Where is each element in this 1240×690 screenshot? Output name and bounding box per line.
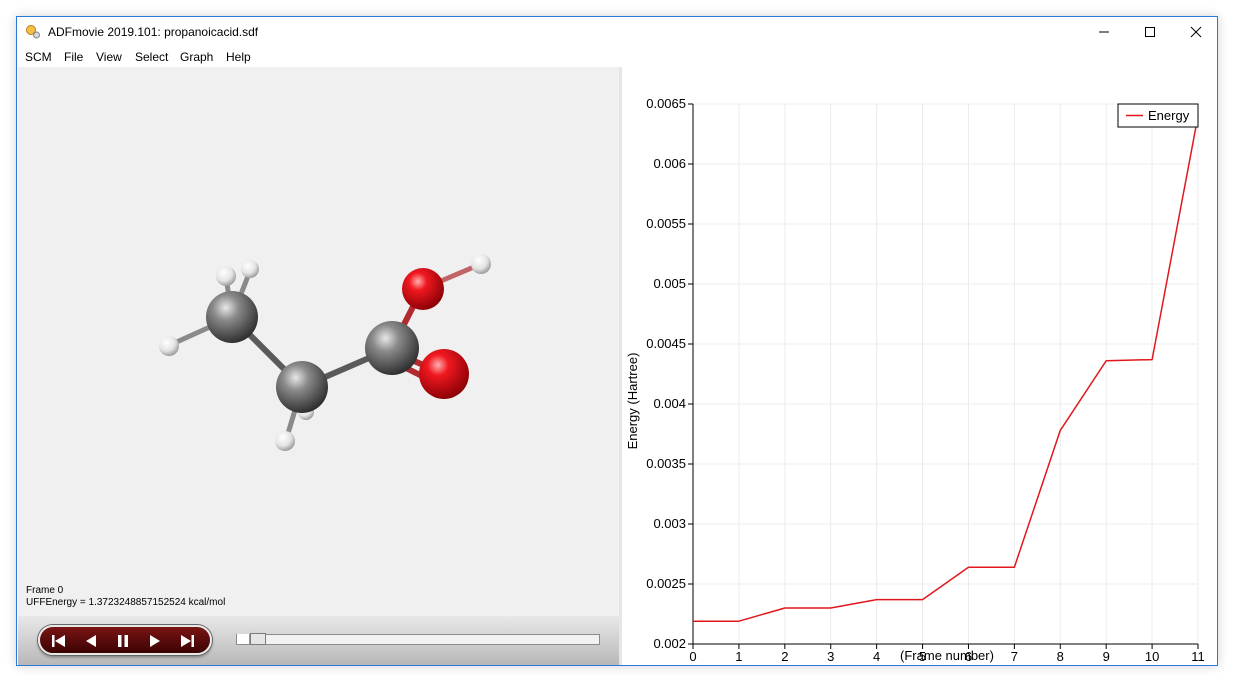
skip-to-end-icon[interactable] (176, 633, 198, 649)
hydrogen-atom[interactable] (241, 260, 259, 278)
x-axis-label: (Frame number) (900, 648, 994, 663)
app-window: ADFmovie 2019.101: propanoicacid.sdf SCM… (16, 16, 1218, 666)
maximize-icon (1145, 27, 1155, 37)
y-tick-label: 0.0035 (646, 456, 686, 471)
oxygen-atom[interactable] (402, 268, 444, 310)
app-logo-icon (26, 25, 40, 39)
x-tick-label: 11 (1191, 649, 1205, 664)
play-backward-icon[interactable] (80, 633, 102, 649)
carbon-atom[interactable] (276, 361, 328, 413)
chart-legend: Energy (1117, 103, 1199, 128)
play-forward-icon[interactable] (144, 633, 166, 649)
y-tick-label: 0.0055 (646, 216, 686, 231)
close-icon (1190, 26, 1202, 38)
x-tick-label: 3 (827, 649, 834, 664)
hydrogen-atom[interactable] (471, 254, 491, 274)
window-title: ADFmovie 2019.101: propanoicacid.sdf (48, 25, 259, 39)
x-tick-label: 7 (1011, 649, 1018, 664)
carbon-atom[interactable] (206, 291, 258, 343)
frame-slider-handle[interactable] (250, 633, 266, 645)
y-tick-label: 0.0025 (646, 576, 686, 591)
carbon-atom[interactable] (365, 321, 419, 375)
x-tick-label: 0 (689, 649, 696, 664)
frame-slider-fill (237, 634, 250, 644)
menu-graph[interactable]: Graph (180, 50, 213, 64)
frame-info: Frame 0 UFFEnergy = 1.3723248857152524 k… (26, 585, 225, 609)
y-tick-label: 0.003 (653, 516, 686, 531)
energy-readout: UFFEnergy = 1.3723248857152524 kcal/mol (26, 597, 226, 608)
x-tick-label: 9 (1103, 649, 1110, 664)
x-tick-label: 8 (1057, 649, 1064, 664)
hydrogen-atom[interactable] (275, 431, 295, 451)
menu-view[interactable]: View (96, 50, 122, 64)
close-button[interactable] (1173, 17, 1217, 47)
y-tick-label: 0.006 (653, 156, 686, 171)
hydrogen-atom[interactable] (159, 336, 179, 356)
transport-controls (38, 625, 212, 655)
x-tick-label: 10 (1145, 649, 1159, 664)
x-tick-label: 1 (735, 649, 742, 664)
molecule-viewer[interactable]: Frame 0 UFFEnergy = 1.3723248857152524 k… (18, 67, 619, 616)
x-tick-label: 2 (781, 649, 788, 664)
energy-chart[interactable]: 0.002 0.0025 0.003 0.0035 0.004 0.0045 0.005 0.… (622, 67, 1217, 665)
minimize-icon (1099, 31, 1109, 33)
menu-scm[interactable]: SCM (25, 50, 52, 64)
oxygen-atom[interactable] (419, 349, 469, 399)
y-tick-label: 0.005 (653, 276, 686, 291)
energy-graph-panel[interactable]: 0.002 0.0025 0.003 0.0035 0.004 0.0045 0.005 0.… (622, 67, 1217, 665)
title-bar[interactable]: ADFmovie 2019.101: propanoicacid.sdf (17, 17, 1217, 47)
frame-label: Frame 0 (26, 585, 64, 596)
x-tick-label: 4 (873, 649, 880, 664)
y-axis-label: Energy (Hartree) (625, 353, 640, 450)
hydrogen-atom[interactable] (216, 266, 236, 286)
y-tick-label: 0.004 (653, 396, 686, 411)
menu-help[interactable]: Help (226, 50, 251, 64)
frame-slider[interactable] (236, 634, 600, 645)
legend-label-energy: Energy (1148, 108, 1190, 123)
series-line-energy (693, 115, 1199, 622)
y-tick-label: 0.0045 (646, 336, 686, 351)
pause-icon[interactable] (112, 633, 134, 649)
menu-file[interactable]: File (64, 50, 83, 64)
y-tick-label: 0.0065 (646, 96, 686, 111)
menu-select[interactable]: Select (135, 50, 168, 64)
maximize-button[interactable] (1127, 17, 1173, 47)
skip-to-start-icon[interactable] (48, 633, 70, 649)
minimize-button[interactable] (1081, 17, 1127, 47)
playback-bar (18, 616, 619, 665)
menu-bar: SCM File View Select Graph Help (17, 47, 1217, 67)
molecule-render[interactable] (18, 67, 619, 616)
y-tick-label: 0.002 (653, 636, 686, 651)
